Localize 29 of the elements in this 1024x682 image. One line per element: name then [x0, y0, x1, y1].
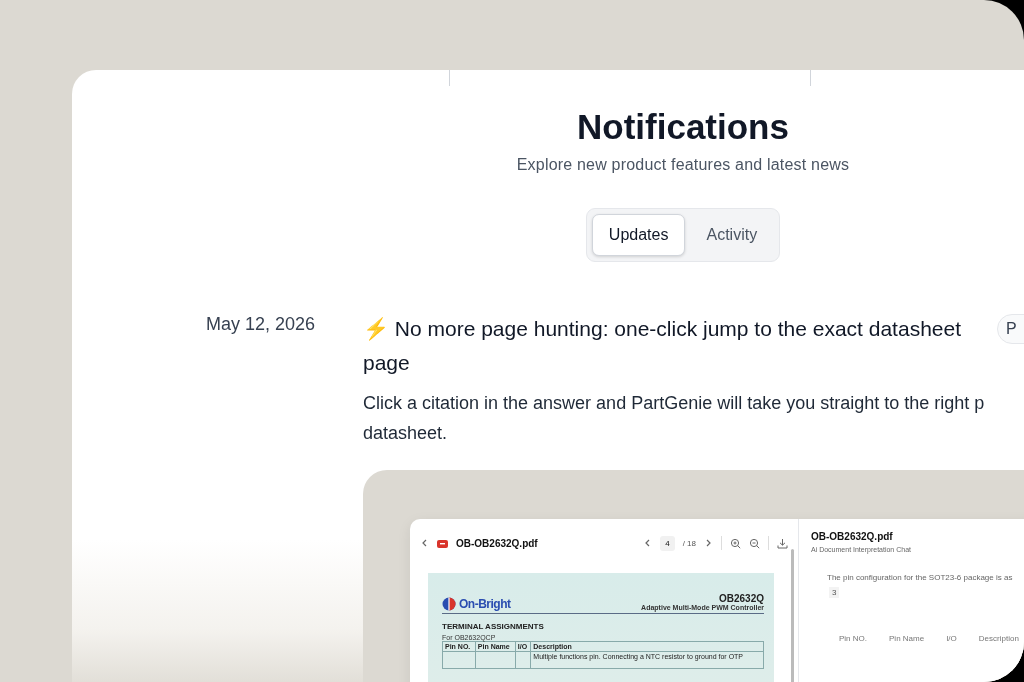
scrollbar[interactable]	[791, 549, 794, 682]
file-name: OB-OB2632Q.pdf	[456, 537, 538, 549]
page-title: Notifications	[577, 106, 789, 148]
page-number-field[interactable]: 4	[660, 535, 675, 551]
tag-chip: P	[997, 314, 1024, 344]
zoom-in-icon[interactable]	[730, 537, 741, 549]
table-header: Description	[978, 634, 1019, 643]
page-subtitle: Explore new product features and latest news	[516, 156, 850, 174]
zoom-out-icon[interactable]	[749, 537, 760, 549]
tab[interactable]: Activity	[689, 214, 775, 256]
section-heading: TERMINAL ASSIGNMENTS	[442, 622, 545, 631]
part-number: OB2632Q	[717, 593, 764, 604]
entry-title: ⚡ No more page hunting: one-click jump to the exact datasheet page	[363, 316, 962, 376]
chat-title: OB-OB2632Q.pdf	[811, 531, 894, 542]
tab[interactable]: Updates	[591, 214, 686, 256]
brand-logo-icon	[442, 597, 456, 611]
download-icon[interactable]	[777, 537, 788, 549]
brand-name: On-Bright	[459, 597, 511, 611]
table-header: Pin NO.	[839, 634, 867, 643]
entry-description: Click a citation in the answer and PartGenie will take you straight to the right p datasheet.	[363, 392, 986, 445]
entry-date: May 12, 2026	[206, 313, 317, 336]
pdf-file-icon	[437, 538, 448, 548]
table-header: I/O	[946, 634, 957, 643]
back-chevron-icon[interactable]	[420, 538, 429, 548]
next-page-icon[interactable]	[704, 538, 713, 548]
page-total: / 18	[682, 538, 696, 548]
citation-link[interactable]: 3	[829, 587, 840, 598]
chat-answer: The pin configuration for the SOT23-6 package is as	[826, 573, 1014, 582]
table-header: Pin Name	[889, 634, 925, 643]
